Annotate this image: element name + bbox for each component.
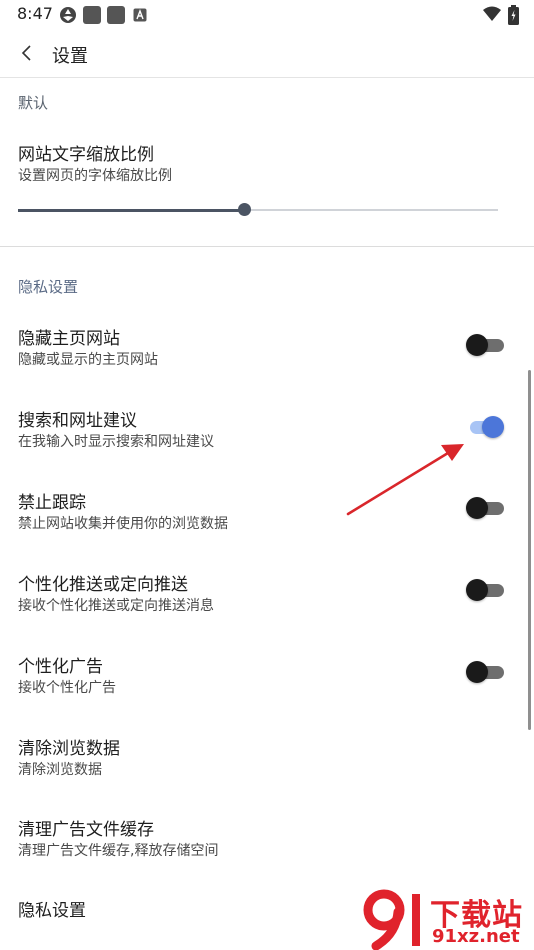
status-time: 8:47 bbox=[17, 4, 53, 23]
pref-subtitle: 隐藏或显示的主页网站 bbox=[18, 352, 158, 368]
square-notification-icon bbox=[107, 6, 125, 24]
page-title: 设置 bbox=[52, 46, 88, 67]
watermark-logo-icon bbox=[363, 889, 420, 950]
pref-subtitle: 清理广告文件缓存,释放存储空间 bbox=[18, 843, 219, 859]
switch-thumb bbox=[482, 416, 504, 438]
back-button[interactable] bbox=[12, 38, 42, 68]
pref-subtitle: 禁止网站收集并使用你的浏览数据 bbox=[18, 516, 228, 532]
text-zoom-slider[interactable] bbox=[18, 203, 498, 216]
text-zoom-subtitle: 设置网页的字体缩放比例 bbox=[18, 168, 172, 184]
section-divider bbox=[0, 246, 534, 247]
pref-subtitle: 接收个性化推送或定向推送消息 bbox=[18, 598, 214, 614]
pref-subtitle: 接收个性化广告 bbox=[18, 680, 116, 696]
app-bar: 设置 bbox=[0, 30, 534, 78]
a-notification-icon bbox=[133, 8, 147, 22]
pref-title: 禁止跟踪 bbox=[18, 493, 86, 513]
hide-homepage-sites-switch[interactable] bbox=[466, 334, 504, 356]
personalized-ads-switch[interactable] bbox=[466, 661, 504, 683]
pref-title: 搜索和网址建议 bbox=[18, 411, 137, 431]
section-header-privacy: 隐私设置 bbox=[18, 278, 79, 296]
section-header-default: 默认 bbox=[18, 94, 49, 112]
status-bar: 8:47 bbox=[0, 0, 534, 30]
personalized-push-switch[interactable] bbox=[466, 579, 504, 601]
slider-fill bbox=[18, 208, 244, 212]
chevron-left-icon bbox=[21, 45, 31, 61]
annotation-arrow-icon bbox=[346, 444, 464, 516]
pref-subtitle: 清除浏览数据 bbox=[18, 762, 102, 778]
switch-thumb bbox=[466, 661, 488, 683]
do-not-track-switch[interactable] bbox=[466, 497, 504, 519]
pref-subtitle: 在我输入时显示搜索和网址建议 bbox=[18, 434, 214, 450]
switch-thumb bbox=[466, 579, 488, 601]
battery-charging-icon bbox=[508, 5, 519, 25]
search-suggestions-switch[interactable] bbox=[466, 416, 504, 438]
app-notification-icon bbox=[60, 7, 76, 23]
switch-thumb bbox=[466, 334, 488, 356]
pref-title: 清理广告文件缓存 bbox=[18, 820, 154, 840]
pref-title: 个性化推送或定向推送 bbox=[18, 575, 188, 595]
watermark-url: 91xz.net bbox=[432, 926, 520, 947]
scrollbar[interactable] bbox=[528, 370, 531, 730]
pref-title: 隐藏主页网站 bbox=[18, 329, 120, 349]
watermark: 下载站 91xz.net bbox=[362, 888, 534, 950]
pref-title: 清除浏览数据 bbox=[18, 739, 120, 759]
pref-title: 隐私设置 bbox=[18, 901, 86, 921]
pref-title: 个性化广告 bbox=[18, 657, 103, 677]
text-zoom-title: 网站文字缩放比例 bbox=[18, 145, 154, 165]
slider-thumb[interactable] bbox=[238, 203, 251, 216]
wifi-icon bbox=[483, 6, 501, 21]
square-notification-icon bbox=[83, 6, 101, 24]
